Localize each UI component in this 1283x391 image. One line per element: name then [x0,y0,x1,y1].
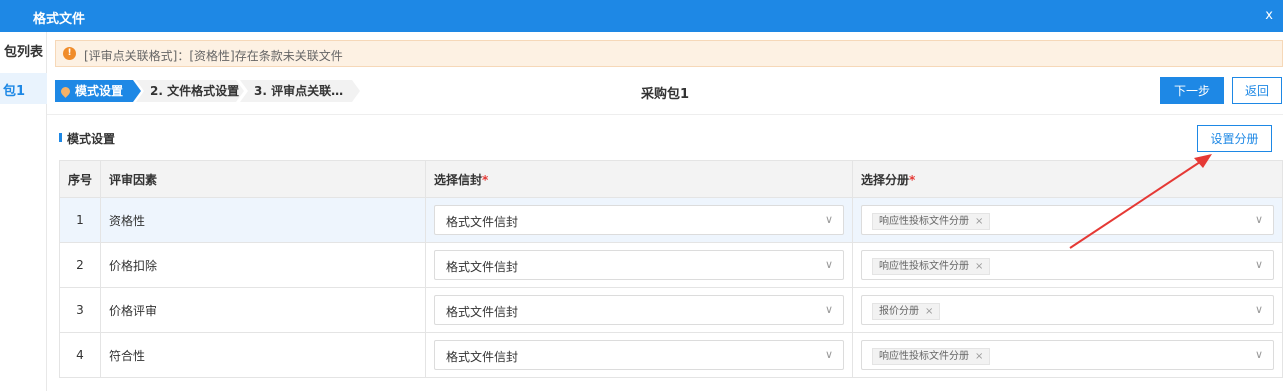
window-title: 格式文件 [33,12,86,27]
set-volumes-button[interactable]: 设置分册 [1197,125,1272,152]
volume-tag: 响应性投标文件分册 × [872,258,991,275]
row-index: 3 [59,287,101,333]
volume-tag: 响应性投标文件分册 × [872,213,991,230]
warning-alert: ! [评审点关联格式]：[资格性]存在条款未关联文件 [55,40,1283,67]
row-index: 2 [59,242,101,288]
table-row[interactable]: 4 符合性 格式文件信封 ∨ 响应性投标文件分册 × ∨ [59,332,1283,378]
mode-settings-table: 序号 评审因素 选择信封* 选择分册* 1 资格性 格式文件信封 ∨ 响应性投标文… [59,160,1283,378]
step-review-point-link[interactable]: 3. 评审点关联… [240,80,360,102]
step-mode-settings[interactable]: 模式设置 [55,80,141,102]
step-file-format-settings[interactable]: 2. 文件格式设置 [136,80,244,102]
volume-select[interactable]: 响应性投标文件分册 × ∨ [861,340,1274,370]
header-volume: 选择分册* [852,160,1283,198]
table-header-row: 序号 评审因素 选择信封* 选择分册* [59,160,1283,198]
row-factor: 价格扣除 [100,242,426,288]
header-divider [47,114,1283,115]
window-titlebar: 格式文件 x [0,0,1283,32]
envelope-select[interactable]: 格式文件信封 ∨ [434,205,844,235]
chevron-down-icon: ∨ [1254,213,1263,226]
row-index: 1 [59,197,101,243]
header-index: 序号 [59,160,101,198]
sidebar-header: 包列表 [4,45,44,60]
envelope-select[interactable]: 格式文件信封 ∨ [434,340,844,370]
chevron-down-icon: ∨ [824,213,833,226]
tag-remove-icon[interactable]: × [975,216,983,227]
volume-select[interactable]: 报价分册 × ∨ [861,295,1274,325]
alert-text: [评审点关联格式]：[资格性]存在条款未关联文件 [84,49,343,63]
envelope-select[interactable]: 格式文件信封 ∨ [434,250,844,280]
warning-icon: ! [63,47,76,60]
header-envelope: 选择信封* [425,160,853,198]
chevron-down-icon: ∨ [824,348,833,361]
section-accent-bar [59,133,62,142]
volume-tag: 报价分册 × [872,303,941,320]
table-row[interactable]: 1 资格性 格式文件信封 ∨ 响应性投标文件分册 × ∨ [59,197,1283,243]
envelope-select[interactable]: 格式文件信封 ∨ [434,295,844,325]
volume-select[interactable]: 响应性投标文件分册 × ∨ [861,250,1274,280]
package-title: 采购包1 [641,87,690,102]
sidebar-item-package-1[interactable]: 包1 [0,73,47,104]
row-index: 4 [59,332,101,378]
tag-remove-icon[interactable]: × [975,351,983,362]
tag-remove-icon[interactable]: × [925,306,933,317]
row-factor: 价格评审 [100,287,426,333]
location-pin-icon [59,85,72,98]
table-row[interactable]: 3 价格评审 格式文件信封 ∨ 报价分册 × ∨ [59,287,1283,333]
volume-select[interactable]: 响应性投标文件分册 × ∨ [861,205,1274,235]
required-mark: * [909,172,916,187]
required-mark: * [482,172,489,187]
back-button[interactable]: 返回 [1232,77,1282,104]
step-label: 模式设置 [75,84,124,98]
row-factor: 资格性 [100,197,426,243]
header-factor: 评审因素 [100,160,426,198]
chevron-down-icon: ∨ [824,258,833,271]
section-title: 模式设置 [67,132,116,146]
chevron-down-icon: ∨ [824,303,833,316]
volume-tag: 响应性投标文件分册 × [872,348,991,365]
chevron-down-icon: ∨ [1254,258,1263,271]
next-step-button[interactable]: 下一步 [1160,77,1224,104]
table-row[interactable]: 2 价格扣除 格式文件信封 ∨ 响应性投标文件分册 × ∨ [59,242,1283,288]
tag-remove-icon[interactable]: × [975,261,983,272]
chevron-down-icon: ∨ [1254,303,1263,316]
row-factor: 符合性 [100,332,426,378]
package-sidebar: 包列表 包1 [0,32,47,391]
close-icon[interactable]: x [1265,8,1273,23]
chevron-down-icon: ∨ [1254,348,1263,361]
